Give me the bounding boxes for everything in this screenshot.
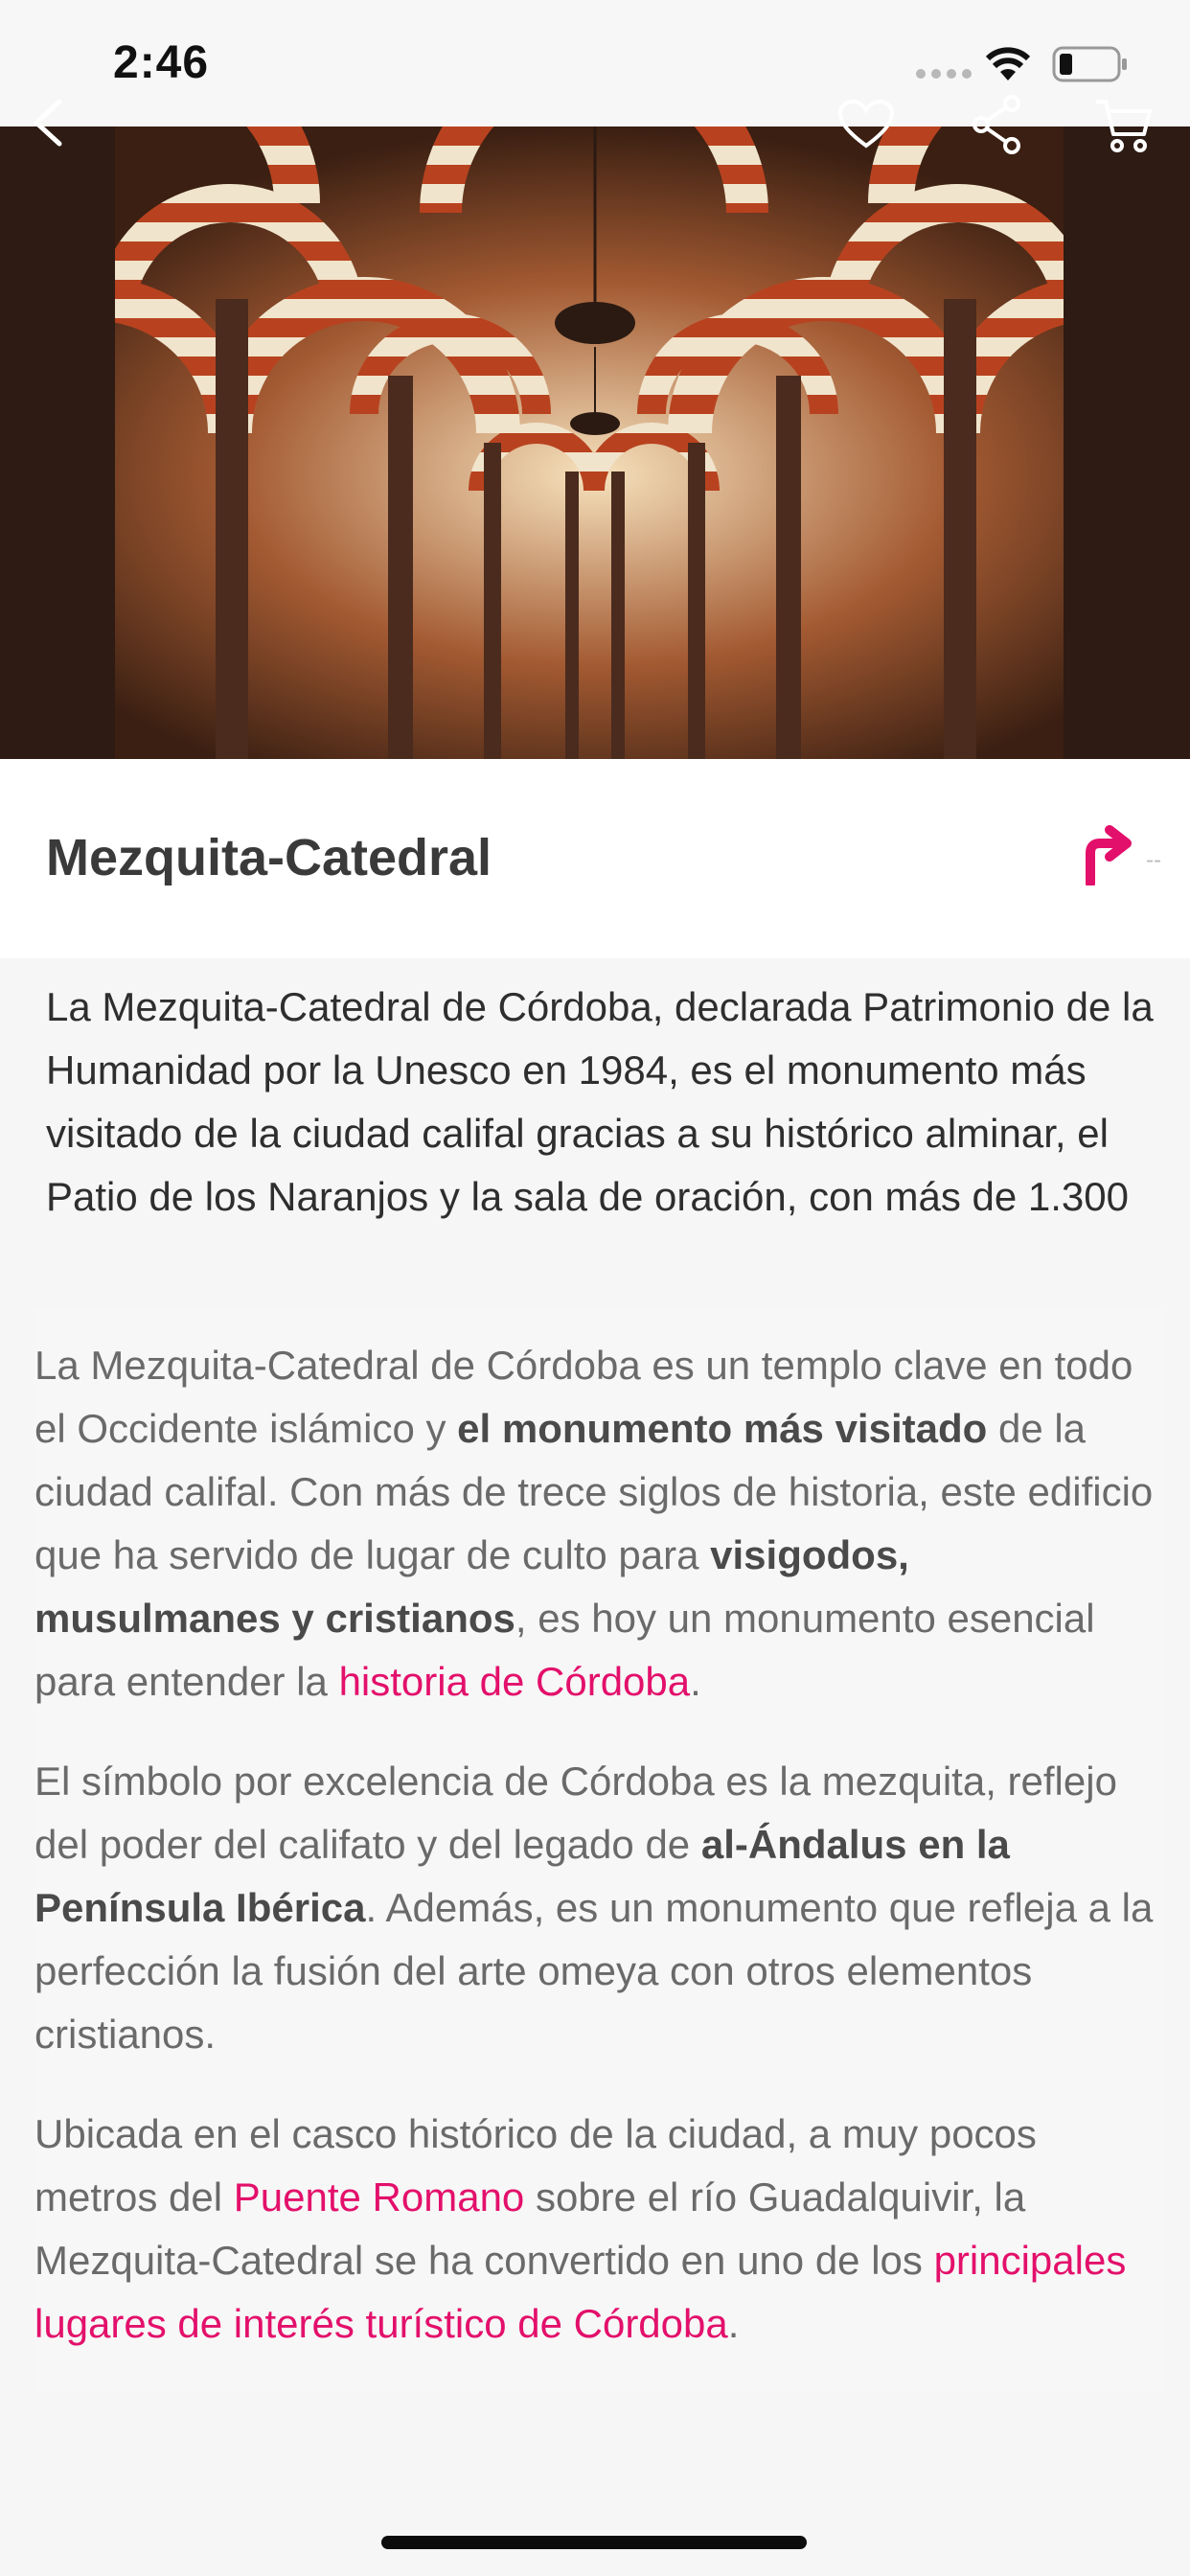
page-title: Mezquita-Catedral [46, 829, 492, 886]
summary-text: La Mezquita-Catedral de Córdoba, declara… [46, 984, 1154, 1219]
distance-placeholder: -- [1146, 847, 1161, 873]
article-paragraph: La Mezquita-Catedral de Córdoba es un te… [34, 1334, 1165, 1714]
home-indicator[interactable] [381, 2536, 807, 2549]
article-body: La Mezquita-Catedral de Córdoba es un te… [34, 1309, 1165, 2392]
link-puente-romano[interactable]: Puente Romano [234, 2174, 525, 2220]
favorite-heart-icon[interactable] [837, 100, 895, 150]
share-icon[interactable] [970, 94, 1023, 155]
directions-arrow-icon[interactable] [1079, 824, 1133, 886]
back-chevron-left-icon[interactable] [27, 96, 69, 150]
article-paragraph: Ubicada en el casco histórico de la ciud… [34, 2103, 1165, 2356]
wifi-icon [985, 47, 1031, 80]
text-span: . [690, 1659, 701, 1704]
hero-image [0, 126, 1190, 759]
status-time: 2:46 [113, 37, 210, 88]
article-paragraph: El símbolo por excelencia de Córdoba es … [34, 1750, 1165, 2066]
battery-icon [1052, 46, 1127, 82]
summary-section: La Mezquita-Catedral de Córdoba, declara… [0, 958, 1190, 1309]
cart-icon[interactable] [1092, 96, 1154, 153]
cellular-signal-icon [916, 69, 972, 79]
bold-text: el monumento más visitado [457, 1406, 988, 1451]
link-historia-de-cordoba[interactable]: historia de Córdoba [339, 1659, 691, 1704]
text-span: . [727, 2301, 740, 2346]
title-band: Mezquita-Catedral -- [0, 759, 1190, 958]
